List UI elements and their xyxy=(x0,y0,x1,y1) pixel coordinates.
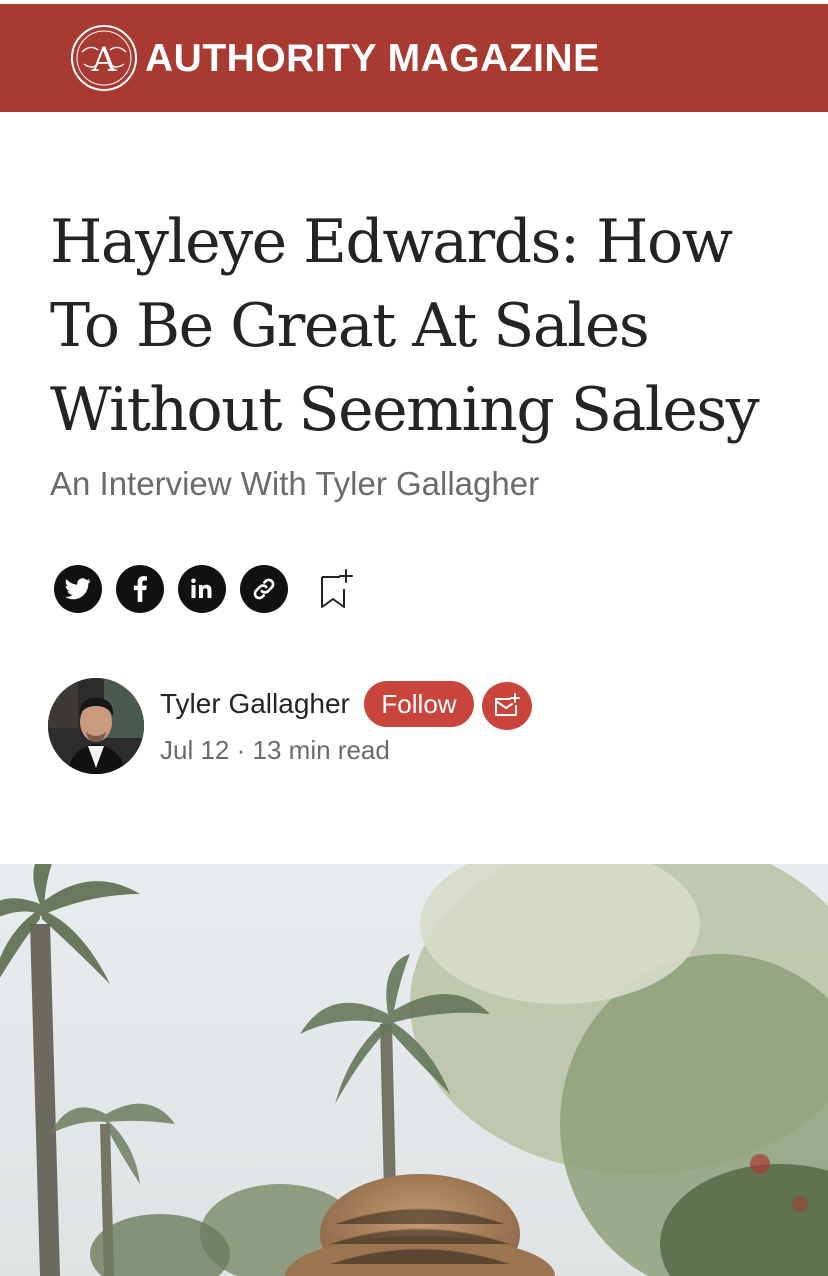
facebook-icon xyxy=(133,576,147,602)
subscribe-email-button[interactable] xyxy=(482,682,532,730)
author-row: Tyler Gallagher Follow Jul 12 · 13 min r… xyxy=(48,678,828,778)
share-facebook-button[interactable] xyxy=(116,565,164,613)
article-subtitle: An Interview With Tyler Gallagher xyxy=(50,465,540,502)
share-linkedin-button[interactable] xyxy=(178,565,226,613)
publication-header: A AUTHORITY MAGAZINE xyxy=(0,4,828,112)
article-title: Hayleye Edwards: How To Be Great At Sale… xyxy=(50,207,760,445)
meta-separator: · xyxy=(236,735,246,765)
author-name-link[interactable]: Tyler Gallagher xyxy=(160,688,350,720)
follow-button[interactable]: Follow xyxy=(364,681,474,727)
copy-link-button[interactable] xyxy=(240,565,288,613)
brand-name[interactable]: AUTHORITY MAGAZINE xyxy=(145,37,600,81)
post-meta: Jul 12 · 13 min read xyxy=(160,735,390,766)
bookmark-add-icon[interactable] xyxy=(316,567,356,611)
read-time: 13 min read xyxy=(252,735,390,765)
share-twitter-button[interactable] xyxy=(54,565,102,613)
twitter-icon xyxy=(65,578,91,600)
publish-date: Jul 12 xyxy=(160,735,230,765)
hero-image xyxy=(0,864,828,1276)
svg-text:A: A xyxy=(91,40,117,80)
author-avatar[interactable] xyxy=(48,678,144,774)
authority-magazine-logo[interactable]: A xyxy=(70,24,138,92)
linkedin-icon xyxy=(191,578,212,598)
email-subscribe-icon xyxy=(495,693,520,716)
link-icon xyxy=(253,578,275,600)
